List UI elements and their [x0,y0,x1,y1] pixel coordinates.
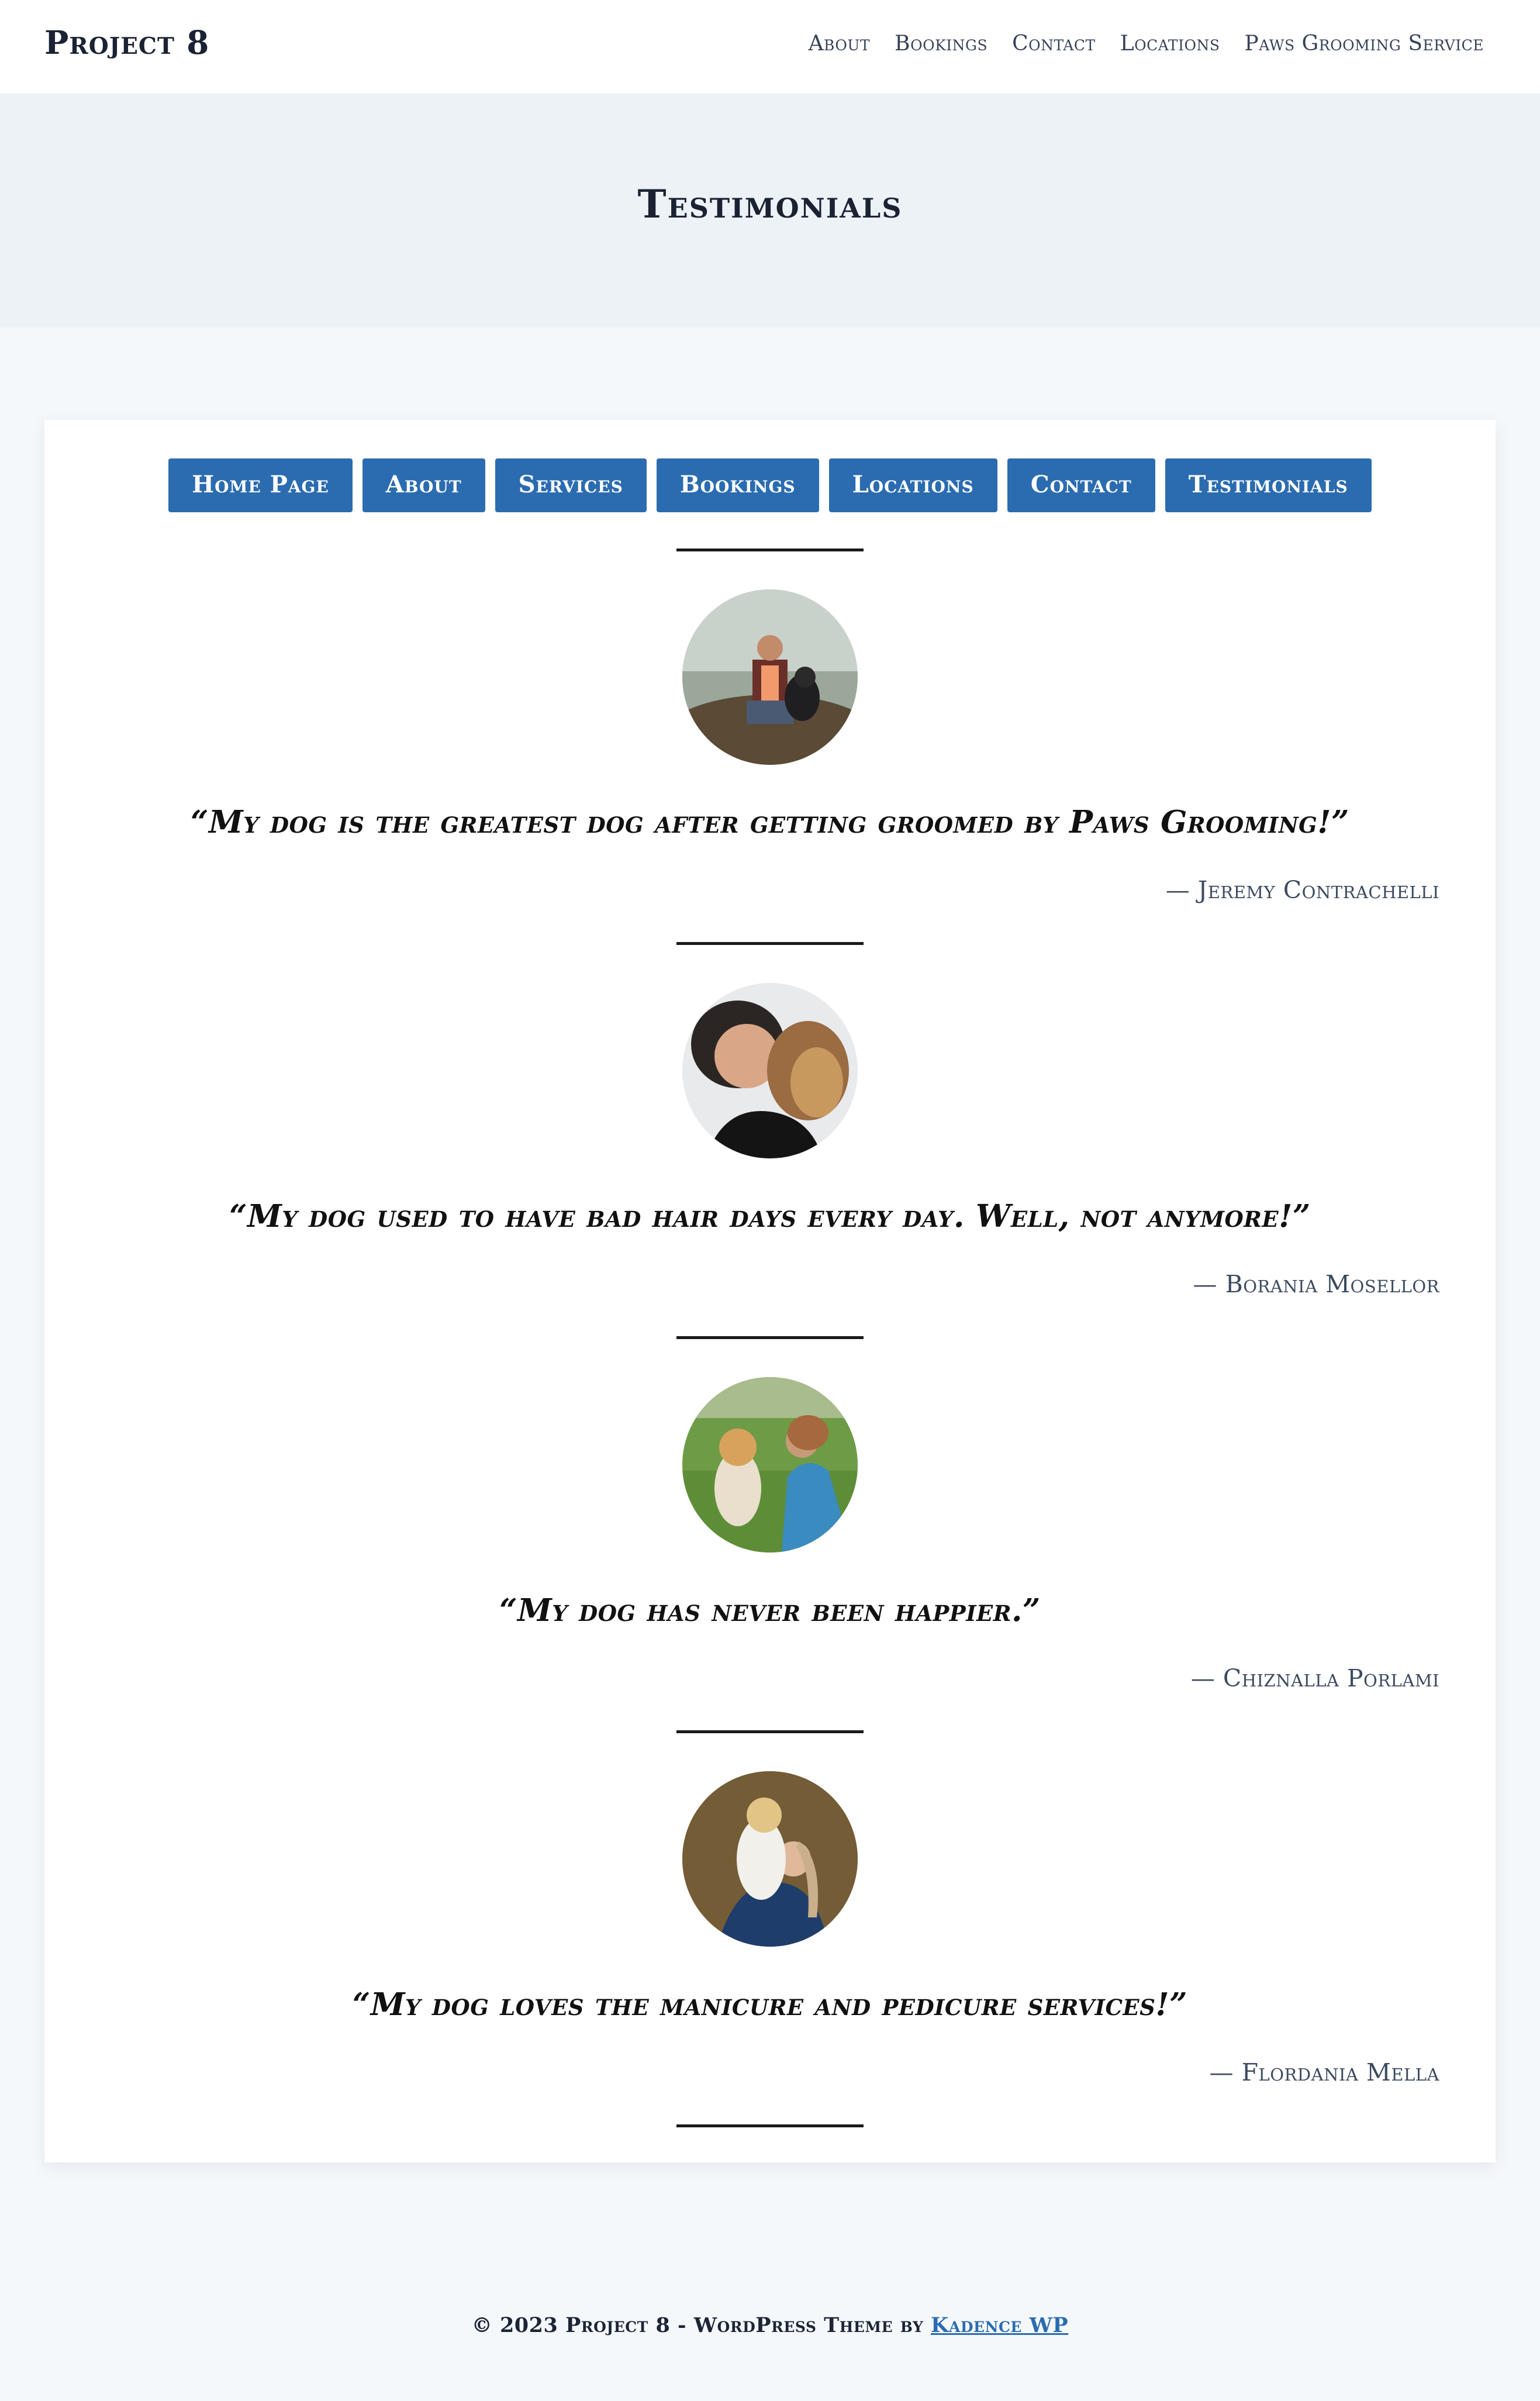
divider [676,2124,864,2127]
button-row: Home Page About Services Bookings Locati… [44,458,1496,512]
about-button[interactable]: About [362,458,485,512]
nav-contact[interactable]: Contact [1012,32,1096,56]
testimonials-button[interactable]: Testimonials [1165,458,1372,512]
locations-button[interactable]: Locations [828,458,997,512]
page-title: Testimonials [637,181,903,227]
page-hero: Testimonials [0,94,1540,327]
bookings-button[interactable]: Bookings [656,458,819,512]
home-page-button[interactable]: Home Page [168,458,353,512]
avatar-photo [682,983,858,1158]
divider [676,548,864,551]
nav-paws-grooming-service[interactable]: Paws Grooming Service [1244,32,1484,56]
nav-locations[interactable]: Locations [1120,32,1220,56]
services-button[interactable]: Services [495,458,647,512]
testimonial-author: — Flordania Mella [1209,2058,1439,2086]
footer-copyright: © 2023 Project 8 - WordPress Theme by [471,2313,924,2337]
main-nav: About Bookings Contact Locations Paws Gr… [809,32,1484,56]
site-footer: © 2023 Project 8 - WordPress Theme by Ka… [0,2313,1540,2337]
footer-theme-link[interactable]: Kadence WP [931,2313,1068,2337]
testimonial-author: — Jeremy Contrachelli [1165,876,1439,904]
divider [676,1730,864,1733]
testimonial-author: — Borania Mosellor [1193,1270,1439,1298]
testimonial-quote: “My dog has never been happier.” [499,1592,1041,1629]
divider [676,942,864,945]
nav-about[interactable]: About [809,32,871,56]
avatar-photo [682,589,858,765]
divider [676,1336,864,1339]
avatar-photo [682,1771,858,1947]
testimonial-quote: “My dog used to have bad hair days every… [229,1198,1311,1234]
avatar-photo [682,1377,858,1553]
site-header: Project 8 About Bookings Contact Locatio… [0,0,1540,94]
testimonial-quote: “My dog is the greatest dog after gettin… [190,804,1350,840]
contact-button[interactable]: Contact [1007,458,1155,512]
content-card: Home Page About Services Bookings Locati… [44,420,1496,2162]
nav-bookings[interactable]: Bookings [895,32,987,56]
testimonial-quote: “My dog loves the manicure and pedicure … [352,1986,1188,2023]
testimonial-author: — Chiznalla Porlami [1190,1664,1439,1692]
site-title[interactable]: Project 8 [44,23,209,61]
